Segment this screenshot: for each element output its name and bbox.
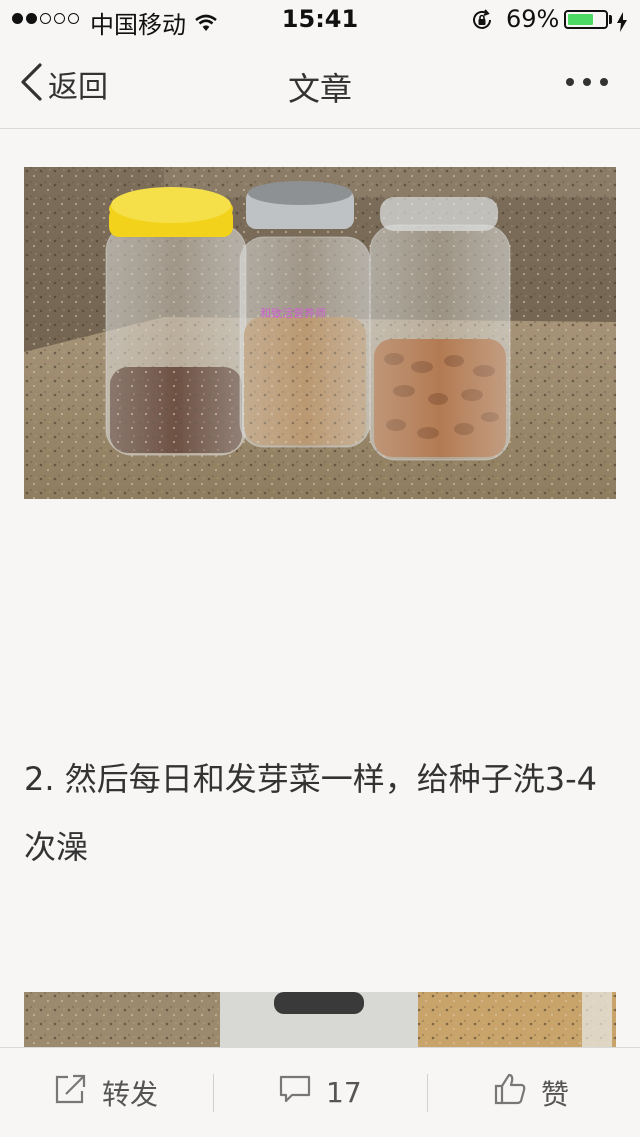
jar-flax-seeds bbox=[105, 187, 247, 456]
article-paragraph: 2. 然后每日和发芽菜一样，给种子洗3-4次澡 bbox=[24, 760, 597, 866]
navigation-bar: 返回 文章 bbox=[0, 40, 640, 129]
battery-icon bbox=[564, 10, 608, 29]
rotation-lock-icon bbox=[470, 8, 494, 38]
comment-count: 17 bbox=[326, 1076, 362, 1109]
battery-tip bbox=[609, 15, 612, 24]
article-photo-sprouting-jars[interactable]: 和致活营养师 bbox=[24, 167, 616, 499]
share-button[interactable]: 转发 bbox=[54, 1048, 158, 1137]
more-dot bbox=[583, 78, 591, 86]
share-icon bbox=[54, 1073, 88, 1112]
status-bar: 中国移动 15:41 69% bbox=[0, 0, 640, 40]
charging-bolt-icon bbox=[617, 10, 627, 38]
more-dot bbox=[600, 78, 608, 86]
bottom-toolbar: 转发 17 赞 bbox=[0, 1047, 640, 1137]
svg-text:和致活营养师: 和致活营养师 bbox=[260, 306, 326, 320]
jar-almonds bbox=[369, 197, 511, 461]
thumbs-up-icon bbox=[493, 1072, 527, 1113]
toolbar-divider bbox=[213, 1074, 214, 1112]
article-content: 和致活营养师 2. 然后每日和发芽菜一样，给种子洗3-4次澡 bbox=[0, 129, 640, 1047]
like-label: 赞 bbox=[541, 1077, 570, 1111]
jar-wheat-berries: 和致活营养师 bbox=[239, 181, 371, 448]
battery-percentage: 69% bbox=[506, 5, 560, 33]
share-label: 转发 bbox=[102, 1077, 159, 1111]
battery-level-fill bbox=[568, 14, 593, 25]
more-dot bbox=[566, 78, 574, 86]
toolbar-divider bbox=[427, 1074, 428, 1112]
page-title: 文章 bbox=[287, 70, 352, 108]
like-button[interactable]: 赞 bbox=[493, 1048, 569, 1137]
comment-button[interactable]: 17 bbox=[278, 1048, 362, 1137]
article-photo-jars-rinsing[interactable] bbox=[24, 992, 616, 1047]
comment-icon bbox=[278, 1073, 312, 1112]
more-options-button[interactable] bbox=[566, 78, 608, 86]
